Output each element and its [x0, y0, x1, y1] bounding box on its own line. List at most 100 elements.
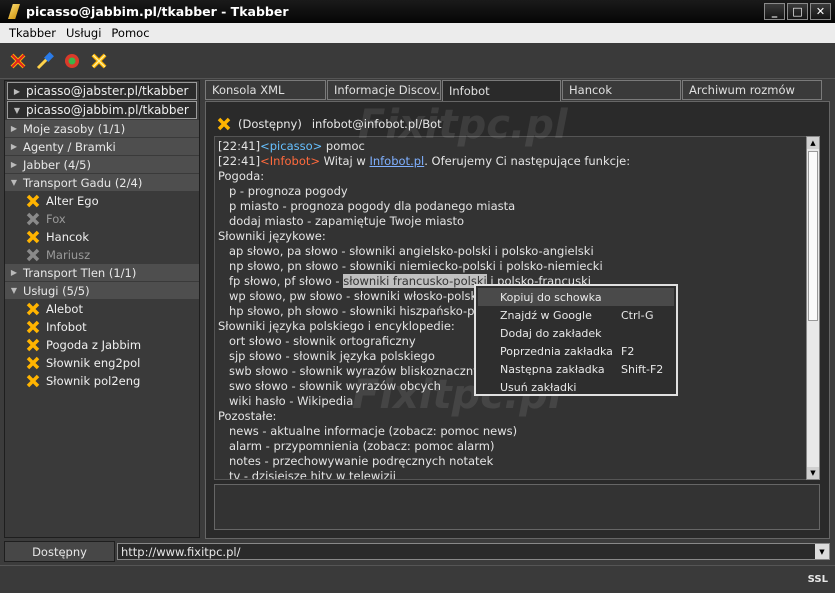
title-bar: picasso@jabbim.pl/tkabber - Tkabber _ □ … [0, 0, 835, 23]
contact-item[interactable]: Pogoda z Jabbim [5, 336, 199, 354]
online-status-icon [26, 338, 40, 352]
context-menu: Kopiuj do schowka Znajdź w Google Ctrl-G … [474, 284, 678, 396]
online-status-icon [26, 230, 40, 244]
menu-item-google[interactable]: Znajdź w Google Ctrl-G [478, 306, 674, 324]
menu-tkabber[interactable]: Tkabber [0, 26, 61, 40]
account-label: picasso@jabbim.pl/tkabber [26, 103, 189, 117]
tab-discovery[interactable]: Informacje Discov... [327, 80, 441, 100]
group-label: Usługi (5/5) [23, 283, 90, 298]
app-feather-icon [8, 4, 20, 19]
contact-name: Infobot [46, 320, 87, 334]
online-status-icon [26, 320, 40, 334]
contact-item[interactable]: Słownik pol2eng [5, 372, 199, 390]
chat-line: Pogoda: [218, 169, 265, 183]
chat-line: alarm - przypomnienia (zobacz: pomoc ala… [218, 439, 495, 453]
online-status-icon [26, 356, 40, 370]
group-label: Transport Gadu (2/4) [23, 175, 143, 190]
online-status-icon [26, 194, 40, 208]
tab-hancok[interactable]: Hancok [562, 80, 681, 100]
chat-line: news - aktualne informacje (zobacz: pomo… [218, 424, 518, 438]
chat-line: Słowniki językowe: [218, 229, 326, 243]
url-combobox[interactable]: http://www.fixitpc.pl/ ▼ [117, 543, 830, 560]
message-timestamp: [22:41] [218, 154, 261, 168]
menu-item-shortcut: F2 [621, 344, 635, 358]
minimize-button[interactable]: _ [764, 3, 785, 20]
contact-item[interactable]: Hancok [5, 228, 199, 246]
contact-item[interactable]: Słownik eng2pol [5, 354, 199, 372]
chat-line: dodaj miasto - zapamiętuje Twoje miasto [218, 214, 465, 228]
contact-name: Fox [46, 212, 66, 226]
contact-name: Alter Ego [46, 194, 99, 208]
tab-konsola-xml[interactable]: Konsola XML [205, 80, 326, 100]
connect-icon[interactable] [35, 51, 55, 71]
menu-item-copy[interactable]: Kopiuj do schowka [478, 288, 674, 306]
scroll-up-icon[interactable]: ▲ [807, 137, 819, 149]
menu-bar: Tkabber Usługi Pomoc [0, 23, 835, 43]
status-bar: Dostępny http://www.fixitpc.pl/ ▼ [4, 541, 830, 562]
tab-archiwum[interactable]: Archiwum rozmów [682, 80, 822, 100]
roster-group[interactable]: ▼ Transport Gadu (2/4) [5, 174, 199, 192]
bottom-bar: SSL [0, 565, 835, 593]
offline-status-icon [26, 212, 40, 226]
settings-icon[interactable] [62, 51, 82, 71]
contact-item[interactable]: Alter Ego [5, 192, 199, 210]
chat-message: [22:41]<Infobot> Witaj w Infobot.pl. Ofe… [218, 154, 810, 169]
scroll-thumb[interactable] [808, 151, 818, 321]
roster-group[interactable]: ▶ Moje zasoby (1/1) [5, 120, 199, 138]
contact-item[interactable]: Mariusz [5, 246, 199, 264]
menu-item-next-bookmark[interactable]: Następna zakładka Shift-F2 [478, 360, 674, 378]
menu-item-add-bookmark[interactable]: Dodaj do zakładek [478, 324, 674, 342]
chat-status: (Dostępny) [238, 117, 302, 131]
chat-line: np słowo, pn słowo - słowniki niemiecko-… [218, 259, 603, 273]
roster-group[interactable]: ▶ Agenty / Bramki [5, 138, 199, 156]
offline-status-icon [26, 248, 40, 262]
menu-uslugi[interactable]: Usługi [61, 26, 106, 40]
roster-group[interactable]: ▼ Usługi (5/5) [5, 282, 199, 300]
menu-item-remove-bookmarks[interactable]: Usuń zakładki [478, 378, 674, 396]
chat-jid[interactable]: infobot@infobot.pl/Bot [312, 117, 442, 131]
menu-item-prev-bookmark[interactable]: Poprzednia zakładka F2 [478, 342, 674, 360]
roster-group[interactable]: ▶ Transport Tlen (1/1) [5, 264, 199, 282]
disconnect-icon[interactable] [8, 51, 28, 71]
scroll-down-icon[interactable]: ▼ [807, 467, 819, 479]
contact-name: Słownik pol2eng [46, 374, 141, 388]
contact-item[interactable]: Fox [5, 210, 199, 228]
chat-line: notes - przechowywanie podręcznych notat… [218, 454, 494, 468]
message-link[interactable]: Infobot.pl [369, 154, 424, 168]
contact-name: Alebot [46, 302, 83, 316]
roster-panel: ▶ picasso@jabster.pl/tkabber ▼ picasso@jab… [4, 80, 200, 538]
chat-scrollbar[interactable]: ▲ ▼ [806, 136, 820, 480]
menu-item-label: Kopiuj do schowka [500, 290, 602, 304]
presence-button[interactable]: Dostępny [4, 541, 115, 562]
menu-item-label: Poprzednia zakładka [500, 344, 613, 358]
contact-name: Hancok [46, 230, 90, 244]
message-timestamp: [22:41] [218, 139, 261, 153]
account-item[interactable]: ▼ picasso@jabbim.pl/tkabber [7, 101, 197, 119]
close-button[interactable]: ✕ [810, 3, 831, 20]
message-nick: <Infobot> [260, 154, 321, 168]
roster-group[interactable]: ▶ Jabber (4/5) [5, 156, 199, 174]
window-title: picasso@jabbim.pl/tkabber - Tkabber [26, 4, 289, 19]
message-nick: <picasso> [260, 139, 323, 153]
contact-item[interactable]: Alebot [5, 300, 199, 318]
tab-bar: Konsola XML Informacje Discov... Infobot… [205, 80, 830, 102]
message-text: pomoc [322, 139, 365, 153]
group-label: Transport Tlen (1/1) [23, 265, 137, 280]
ssl-indicator: SSL [807, 574, 828, 585]
menu-item-shortcut: Shift-F2 [621, 362, 664, 376]
account-item[interactable]: ▶ picasso@jabster.pl/tkabber [7, 82, 197, 100]
collapsed-arrow-icon: ▶ [10, 124, 18, 133]
selected-text[interactable]: słowniki francusko-polski [343, 274, 487, 288]
account-label: picasso@jabster.pl/tkabber [26, 84, 189, 98]
maximize-button[interactable]: □ [787, 3, 808, 20]
menu-pomoc[interactable]: Pomoc [106, 26, 154, 40]
message-input[interactable] [214, 484, 820, 530]
menu-item-label: Znajdź w Google [500, 308, 592, 322]
collapsed-arrow-icon: ▶ [10, 142, 18, 151]
chevron-down-icon[interactable]: ▼ [815, 544, 829, 559]
tab-infobot[interactable]: Infobot [442, 80, 561, 102]
expanded-arrow-icon: ▼ [10, 178, 18, 187]
status-icon[interactable] [89, 51, 109, 71]
contact-item[interactable]: Infobot [5, 318, 199, 336]
toolbar [0, 43, 835, 79]
